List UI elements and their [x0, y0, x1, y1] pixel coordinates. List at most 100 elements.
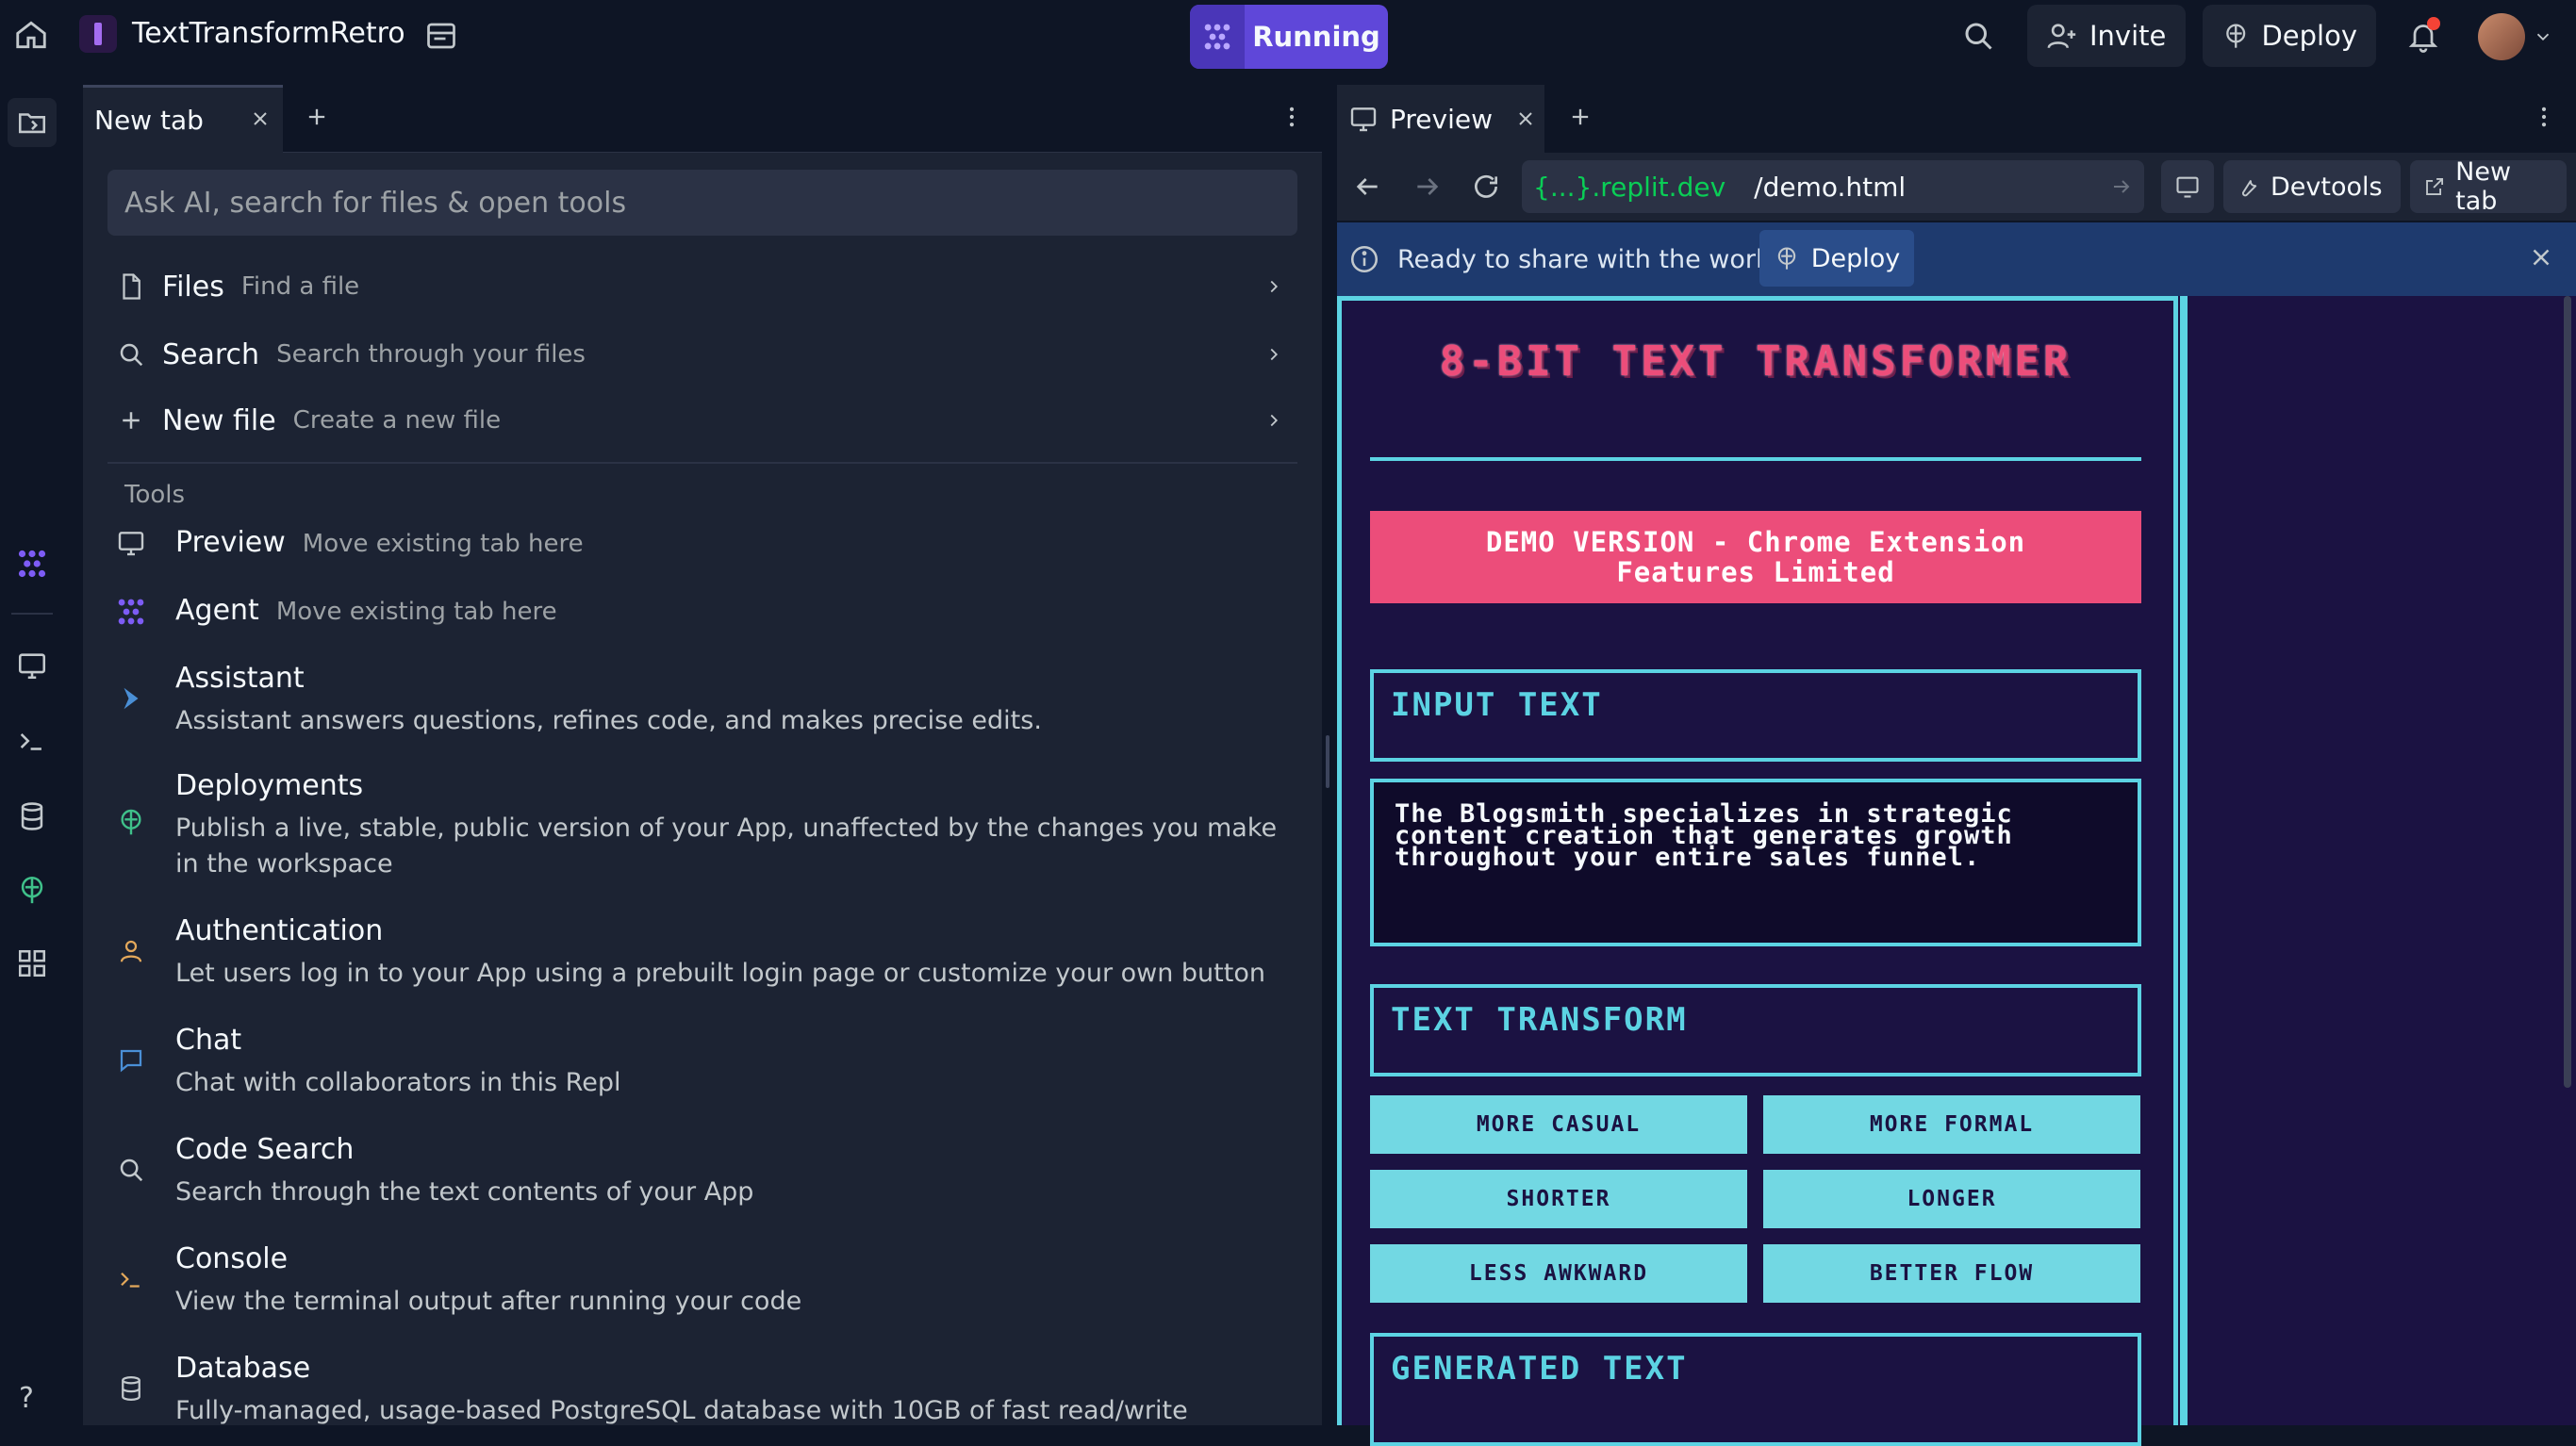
notifications-icon[interactable] — [2406, 17, 2440, 53]
chevron-right-icon — [1263, 410, 1284, 431]
file-tree-icon[interactable] — [8, 98, 57, 147]
ai-search-input[interactable]: Ask AI, search for files & open tools — [107, 170, 1297, 236]
nav-item-name: Search — [162, 337, 260, 371]
text-transform-section: TEXT TRANSFORM — [1370, 984, 2141, 1076]
back-arrow-icon[interactable] — [1352, 172, 1382, 202]
app-title: 8-BIT TEXT TRANSFORMER — [1439, 337, 2072, 386]
url-path: /demo.html — [1754, 171, 1907, 203]
input-text-section: INPUT TEXT — [1370, 669, 2141, 762]
open-new-tab-button[interactable]: New tab — [2410, 157, 2567, 216]
tool-agent[interactable]: Agent Move existing tab here — [107, 594, 1297, 632]
file-icon — [107, 272, 155, 301]
nav-item-search[interactable]: Search Search through your files — [107, 324, 1297, 385]
tool-console[interactable]: Console View the terminal output after r… — [107, 1242, 1297, 1327]
close-banner-icon[interactable] — [2527, 243, 2555, 271]
tool-preview[interactable]: Preview Move existing tab here — [107, 526, 1297, 564]
deploy-icon — [1777, 247, 1795, 270]
longer-button[interactable]: LONGER — [1763, 1170, 2140, 1228]
preview-scrollbar[interactable] — [2564, 296, 2571, 1088]
external-link-icon — [2426, 178, 2444, 195]
tab-preview[interactable]: Preview — [1337, 85, 1544, 153]
nav-item-desc: Find a file — [240, 272, 360, 301]
tools-heading: Tools — [124, 481, 186, 509]
shorter-button[interactable]: SHORTER — [1370, 1170, 1747, 1228]
more-options-icon[interactable] — [2531, 104, 2557, 130]
close-tab-icon[interactable] — [1514, 107, 1537, 130]
tool-chat[interactable]: Chat Chat with collaborators in this Rep… — [107, 1024, 1297, 1109]
agent-logo-icon — [1190, 5, 1245, 69]
devtools-button[interactable]: Devtools — [2223, 160, 2401, 213]
deployments-icon[interactable] — [9, 867, 55, 912]
tool-code-search[interactable]: Code Search Search through the text cont… — [107, 1133, 1297, 1218]
tool-database[interactable]: Database Fully-managed, usage-based Post… — [107, 1352, 1297, 1425]
input-textarea[interactable]: The Blogsmith specializes in strategic c… — [1370, 779, 2141, 946]
pane-resize-handle[interactable] — [1326, 735, 1329, 788]
close-tab-icon[interactable] — [249, 107, 272, 130]
more-options-icon[interactable] — [1279, 104, 1305, 130]
invite-button[interactable]: Invite — [2027, 5, 2186, 67]
better-flow-button[interactable]: BETTER FLOW — [1763, 1244, 2140, 1303]
tool-name: Database — [175, 1352, 311, 1385]
apps-grid-icon[interactable] — [9, 941, 55, 986]
database-icon — [107, 1374, 155, 1403]
tool-authentication[interactable]: Authentication Let users log in to your … — [107, 914, 1297, 999]
console-icon[interactable] — [9, 718, 55, 764]
monitor-icon — [2176, 176, 2199, 198]
nav-item-name: New file — [162, 403, 276, 437]
banner-deploy-label: Deploy — [1810, 243, 1901, 273]
tool-name: Preview — [175, 526, 286, 559]
more-formal-button[interactable]: MORE FORMAL — [1763, 1095, 2140, 1154]
nav-item-files[interactable]: Files Find a file — [107, 256, 1297, 317]
generated-text-section: GENERATED TEXT — [1370, 1333, 2141, 1446]
notification-dot — [2427, 17, 2440, 30]
banner-deploy-button[interactable]: Deploy — [1759, 230, 1914, 287]
search-placeholder: Ask AI, search for files & open tools — [124, 186, 627, 220]
nav-item-new-file[interactable]: New file Create a new file — [107, 390, 1297, 451]
tool-desc: Move existing tab here — [302, 530, 584, 558]
tool-deployments[interactable]: Deployments Publish a live, stable, publ… — [107, 769, 1297, 892]
add-tab-icon[interactable] — [304, 104, 330, 130]
search-icon — [107, 1156, 155, 1184]
plus-icon — [107, 406, 155, 435]
console-icon — [107, 1265, 155, 1293]
device-preview-button[interactable] — [2161, 160, 2214, 213]
run-status: Running — [1252, 21, 1380, 53]
reload-icon[interactable] — [1471, 172, 1501, 202]
tool-assistant[interactable]: Assistant Assistant answers questions, r… — [107, 662, 1297, 747]
less-awkward-button[interactable]: LESS AWKWARD — [1370, 1244, 1747, 1303]
tool-desc: Publish a live, stable, public version o… — [175, 813, 1278, 879]
add-tab-icon[interactable] — [1567, 104, 1593, 130]
search-icon[interactable] — [1961, 19, 1995, 53]
tool-name: Chat — [175, 1024, 242, 1057]
tool-desc: Chat with collaborators in this Repl — [175, 1068, 621, 1097]
section-divider — [107, 462, 1297, 464]
tool-name: Deployments — [175, 769, 364, 802]
nav-item-desc: Create a new file — [292, 406, 502, 435]
more-casual-button[interactable]: MORE CASUAL — [1370, 1095, 1747, 1154]
project-name[interactable]: TextTransformRetro — [132, 17, 405, 50]
title-rule — [1370, 457, 2141, 461]
tool-desc: View the terminal output after running y… — [175, 1287, 802, 1316]
url-input[interactable]: {...}.replit.dev /demo.html — [1522, 160, 2144, 213]
deploy-button[interactable]: Deploy — [2203, 5, 2376, 67]
chevron-down-icon[interactable] — [2533, 26, 2553, 47]
project-settings-icon[interactable] — [424, 19, 458, 53]
project-avatar-icon[interactable] — [79, 15, 117, 53]
deploy-label: Deploy — [2261, 20, 2357, 52]
forward-arrow-icon[interactable] — [1412, 172, 1443, 202]
preview-icon[interactable] — [9, 643, 55, 688]
go-arrow-icon[interactable] — [2110, 175, 2133, 198]
help-icon[interactable]: ? — [19, 1382, 34, 1415]
run-button[interactable]: Running — [1190, 5, 1388, 69]
home-icon[interactable] — [13, 17, 49, 53]
database-icon[interactable] — [9, 794, 55, 839]
rail-divider — [11, 613, 53, 615]
chat-icon — [107, 1046, 155, 1075]
deploy-banner: Ready to share with the world? — [1337, 222, 2576, 296]
deploy-icon — [2226, 24, 2246, 48]
wrench-icon — [2242, 179, 2257, 197]
agent-icon[interactable] — [9, 541, 55, 586]
preview-icon — [1350, 107, 1377, 132]
devtools-label: Devtools — [2271, 172, 2383, 202]
avatar[interactable] — [2478, 13, 2525, 60]
